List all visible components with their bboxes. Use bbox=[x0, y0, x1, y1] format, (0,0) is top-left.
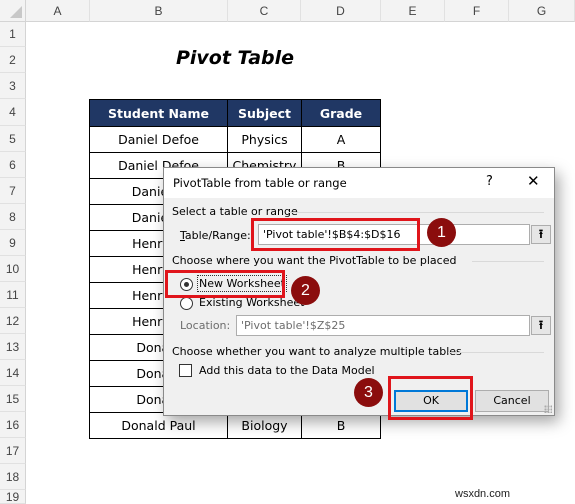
table-header-row: Student Name Subject Grade bbox=[89, 99, 381, 127]
location-input[interactable]: 'Pivot table'!$Z$25 bbox=[236, 315, 530, 336]
dialog-titlebar[interactable]: PivotTable from table or range ? ✕ bbox=[164, 168, 554, 198]
highlight-ok bbox=[388, 376, 473, 420]
collapse-location-icon[interactable]: ⭱ bbox=[531, 316, 551, 335]
data-model-checkbox[interactable] bbox=[179, 364, 192, 377]
table-range-label: Table/Range: bbox=[180, 229, 251, 242]
grade-cell[interactable]: B bbox=[301, 412, 381, 439]
resize-grip-icon[interactable] bbox=[544, 405, 552, 413]
row-header-14[interactable]: 14 bbox=[0, 360, 26, 386]
student-name-cell[interactable]: Daniel Defoe bbox=[89, 126, 228, 153]
data-model-label[interactable]: Add this data to the Data Model bbox=[199, 364, 375, 377]
grade-cell[interactable]: A bbox=[301, 126, 381, 153]
column-header-d[interactable]: D bbox=[301, 0, 381, 22]
divider bbox=[472, 261, 544, 262]
row-header-2[interactable]: 2 bbox=[0, 47, 26, 73]
table-row: Donald Paul Biology B bbox=[89, 412, 381, 439]
row-header-17[interactable]: 17 bbox=[0, 438, 26, 464]
header-grade[interactable]: Grade bbox=[301, 99, 381, 127]
sheet-title: Pivot Table bbox=[175, 47, 295, 69]
row-header-11[interactable]: 11 bbox=[0, 282, 26, 308]
row-header-10[interactable]: 10 bbox=[0, 256, 26, 282]
highlight-range bbox=[251, 218, 420, 251]
close-icon[interactable]: ✕ bbox=[527, 172, 540, 190]
row-header-18[interactable]: 18 bbox=[0, 464, 26, 490]
divider bbox=[289, 212, 544, 213]
column-header-b[interactable]: B bbox=[90, 0, 228, 22]
section-placement: Choose where you want the PivotTable to … bbox=[172, 254, 457, 267]
row-header-6[interactable]: 6 bbox=[0, 152, 26, 178]
table-row: Daniel Defoe Physics A bbox=[89, 126, 381, 153]
row-header-1[interactable]: 1 bbox=[0, 22, 26, 47]
highlight-new-worksheet bbox=[165, 270, 285, 298]
section-select-range: Select a table or range bbox=[172, 205, 298, 218]
step-badge-3: 3 bbox=[354, 378, 383, 407]
select-all-corner[interactable] bbox=[0, 0, 26, 22]
row-header-15[interactable]: 15 bbox=[0, 386, 26, 412]
step-badge-2: 2 bbox=[291, 276, 320, 305]
section-multiple-tables: Choose whether you want to analyze multi… bbox=[172, 345, 462, 358]
existing-worksheet-radio[interactable] bbox=[180, 297, 193, 310]
row-header-8[interactable]: 8 bbox=[0, 204, 26, 230]
column-header-c[interactable]: C bbox=[228, 0, 301, 22]
row-header-19[interactable]: 19 bbox=[0, 490, 26, 504]
row-header-7[interactable]: 7 bbox=[0, 178, 26, 204]
row-header-16[interactable]: 16 bbox=[0, 412, 26, 438]
subject-cell[interactable]: Biology bbox=[227, 412, 302, 439]
help-icon[interactable]: ? bbox=[486, 174, 493, 189]
subject-cell[interactable]: Physics bbox=[227, 126, 302, 153]
divider bbox=[448, 352, 544, 353]
row-header-3[interactable]: 3 bbox=[0, 73, 26, 99]
row-header-5[interactable]: 5 bbox=[0, 126, 26, 152]
column-header-e[interactable]: E bbox=[381, 0, 445, 22]
student-name-cell[interactable]: Donald Paul bbox=[89, 412, 228, 439]
dialog-title: PivotTable from table or range bbox=[173, 176, 347, 190]
row-header-4[interactable]: 4 bbox=[0, 99, 26, 126]
location-label: Location: bbox=[180, 319, 231, 332]
step-badge-1: 1 bbox=[427, 218, 456, 247]
header-student-name[interactable]: Student Name bbox=[89, 99, 228, 127]
collapse-range-icon[interactable]: ⭱ bbox=[531, 225, 551, 244]
row-header-9[interactable]: 9 bbox=[0, 230, 26, 256]
watermark: wsxdn.com bbox=[455, 488, 511, 500]
cancel-button[interactable]: Cancel bbox=[475, 390, 549, 412]
row-header-13[interactable]: 13 bbox=[0, 334, 26, 360]
row-header-12[interactable]: 12 bbox=[0, 308, 26, 334]
column-header-f[interactable]: F bbox=[445, 0, 509, 22]
column-header-a[interactable]: A bbox=[26, 0, 90, 22]
column-header-g[interactable]: G bbox=[509, 0, 575, 22]
header-subject[interactable]: Subject bbox=[227, 99, 302, 127]
